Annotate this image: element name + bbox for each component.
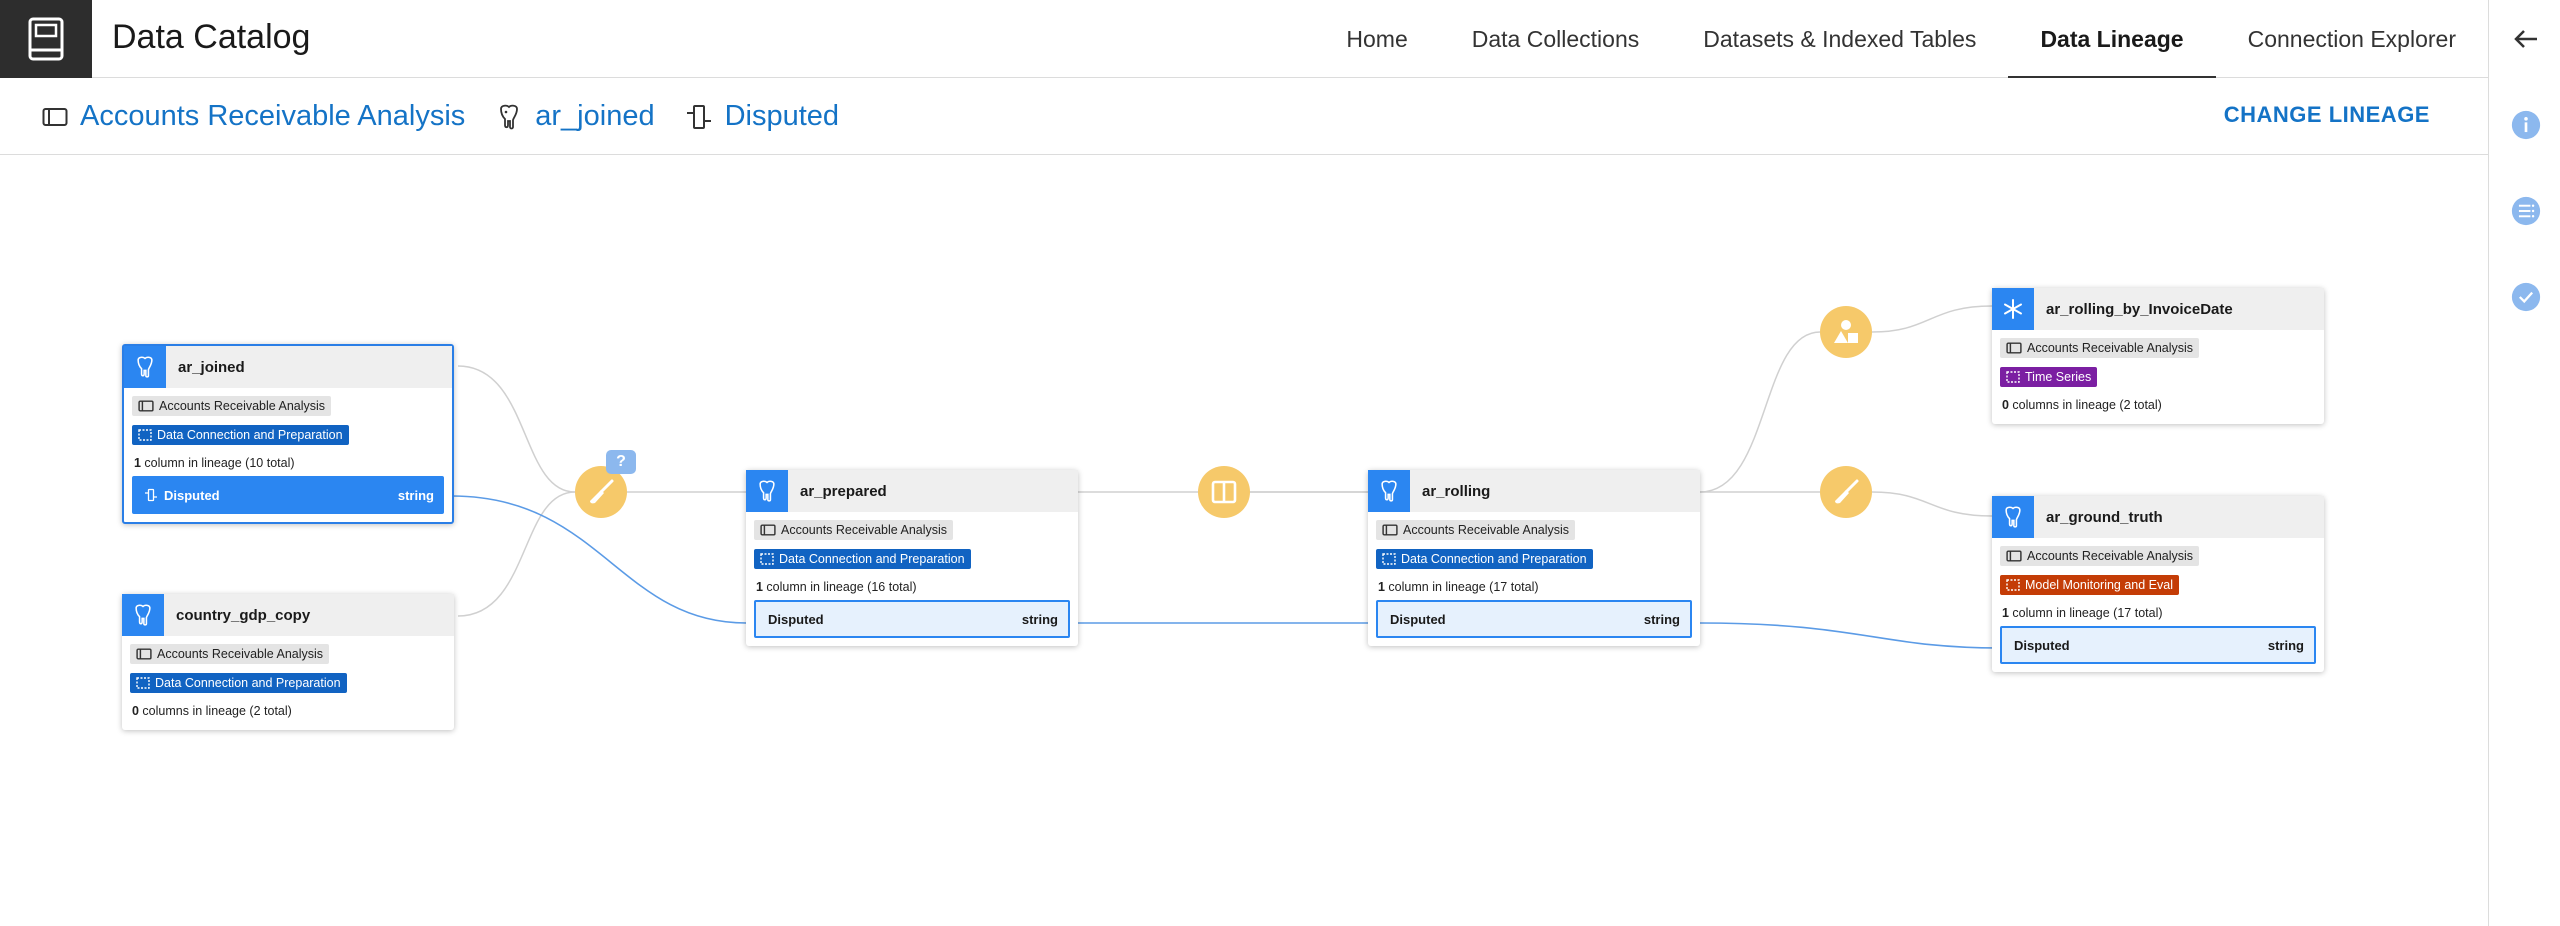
breadcrumb-column[interactable]: Disputed xyxy=(685,100,839,133)
validate-button[interactable] xyxy=(2511,282,2541,312)
collection-icon xyxy=(138,400,154,412)
collection-tag[interactable]: Accounts Receivable Analysis xyxy=(132,396,332,416)
brush-icon xyxy=(1835,479,1859,504)
category-tag[interactable]: Time Series xyxy=(2000,367,2098,387)
lineage-count: 1 column in lineage (17 total) xyxy=(2002,606,2163,620)
collection-icon xyxy=(136,648,152,660)
lineage-canvas[interactable]: ar_joined Accounts Receivable Analysis D… xyxy=(0,156,2488,926)
node-title: ar_prepared xyxy=(800,482,887,500)
category-tag[interactable]: Data Connection and Preparation xyxy=(132,425,349,445)
nav-data-lineage[interactable]: Data Lineage xyxy=(2008,0,2216,79)
node-ar-ground-truth[interactable]: ar_ground_truth Accounts Receivable Anal… xyxy=(1992,496,2324,672)
node-ar-joined[interactable]: ar_joined Accounts Receivable Analysis D… xyxy=(122,344,454,524)
node-title: ar_rolling xyxy=(1422,482,1491,500)
tag-icon xyxy=(2006,371,2020,383)
breadcrumb-dataset[interactable]: ar_joined xyxy=(495,100,655,133)
change-lineage-button[interactable]: CHANGE LINEAGE xyxy=(2224,102,2430,128)
collection-icon xyxy=(42,107,68,126)
tag-icon xyxy=(1382,553,1396,565)
lineage-count: 1 column in lineage (10 total) xyxy=(134,456,295,470)
breadcrumb-collection-label: Accounts Receivable Analysis xyxy=(80,100,466,132)
node-ar-rolling[interactable]: ar_rolling Accounts Receivable Analysis … xyxy=(1368,470,1700,646)
column-row-disputed[interactable]: Disputed string xyxy=(754,600,1070,638)
app-title: Data Catalog xyxy=(112,18,311,56)
node-country-gdp-copy[interactable]: country_gdp_copy Accounts Receivable Ana… xyxy=(122,594,454,730)
nav-connection-explorer[interactable]: Connection Explorer xyxy=(2216,0,2488,78)
postgres-icon xyxy=(122,594,164,636)
top-header: Data Catalog Home Data Collections Datas… xyxy=(0,0,2488,79)
column-row-disputed[interactable]: Disputed string xyxy=(2000,626,2316,664)
collection-icon xyxy=(1382,524,1398,536)
lineage-count: 1 column in lineage (17 total) xyxy=(1378,580,1539,594)
snowflake-icon xyxy=(1992,288,2034,330)
column-row-disputed[interactable]: Disputed string xyxy=(132,476,444,514)
main-nav: Home Data Collections Datasets & Indexed… xyxy=(1314,0,2488,79)
node-header: ar_joined xyxy=(124,346,452,388)
catalog-logo[interactable] xyxy=(0,0,92,78)
column-row-disputed[interactable]: Disputed string xyxy=(1376,600,1692,638)
collection-tag[interactable]: Accounts Receivable Analysis xyxy=(1376,520,1576,540)
category-tag[interactable]: Data Connection and Preparation xyxy=(754,549,971,569)
prepare-recipe-node-2[interactable] xyxy=(1820,466,1872,518)
collection-icon xyxy=(760,524,776,536)
lineage-count: 0 columns in lineage (2 total) xyxy=(132,704,292,718)
node-title: country_gdp_copy xyxy=(176,606,311,624)
breadcrumb-bar: Accounts Receivable Analysis ar_joined D… xyxy=(0,78,2488,155)
node-ar-prepared[interactable]: ar_prepared Accounts Receivable Analysis… xyxy=(746,470,1078,646)
node-header: ar_prepared xyxy=(746,470,1078,512)
arrow-left-icon xyxy=(2514,30,2537,48)
postgres-icon xyxy=(124,346,166,388)
breadcrumb-dataset-label: ar_joined xyxy=(535,100,655,132)
nav-data-collections[interactable]: Data Collections xyxy=(1440,0,1671,78)
collection-tag[interactable]: Accounts Receivable Analysis xyxy=(130,644,330,664)
breadcrumb-column-label: Disputed xyxy=(724,100,840,132)
collection-tag[interactable]: Accounts Receivable Analysis xyxy=(2000,338,2200,358)
breadcrumb-collection[interactable]: Accounts Receivable Analysis xyxy=(42,100,465,133)
tag-icon xyxy=(138,429,152,441)
column-icon xyxy=(145,488,157,502)
node-title: ar_ground_truth xyxy=(2046,508,2163,526)
question-badge[interactable]: ? xyxy=(606,450,636,474)
info-button[interactable] xyxy=(2511,110,2541,140)
node-title: ar_rolling_by_InvoiceDate xyxy=(2046,300,2233,318)
book-icon xyxy=(28,17,64,61)
node-header: ar_rolling xyxy=(1368,470,1700,512)
node-header: country_gdp_copy xyxy=(122,594,454,636)
tag-icon xyxy=(2006,579,2020,591)
right-rail xyxy=(2488,0,2560,926)
column-icon xyxy=(686,104,711,129)
category-tag[interactable]: Data Connection and Preparation xyxy=(130,673,347,693)
time-series-recipe-node[interactable] xyxy=(1820,306,1872,358)
lineage-count: 1 column in lineage (16 total) xyxy=(756,580,917,594)
info-icon xyxy=(2511,110,2541,140)
node-ar-rolling-by-invoicedate[interactable]: ar_rolling_by_InvoiceDate Accounts Recei… xyxy=(1992,288,2324,424)
node-header: ar_ground_truth xyxy=(1992,496,2324,538)
tag-icon xyxy=(136,677,150,689)
collection-icon xyxy=(2006,550,2022,562)
split-icon xyxy=(1211,480,1237,504)
lineage-count: 0 columns in lineage (2 total) xyxy=(2002,398,2162,412)
breadcrumb: Accounts Receivable Analysis ar_joined D… xyxy=(42,78,839,155)
shapes-icon xyxy=(1834,320,1858,343)
collection-tag[interactable]: Accounts Receivable Analysis xyxy=(2000,546,2200,566)
postgres-icon xyxy=(746,470,788,512)
collection-tag[interactable]: Accounts Receivable Analysis xyxy=(754,520,954,540)
node-header: ar_rolling_by_InvoiceDate xyxy=(1992,288,2324,330)
split-recipe-node[interactable] xyxy=(1198,466,1250,518)
postgres-icon xyxy=(500,104,519,129)
postgres-icon xyxy=(1992,496,2034,538)
collapse-panel-button[interactable] xyxy=(2511,24,2541,54)
tag-icon xyxy=(760,553,774,565)
postgres-icon xyxy=(1368,470,1410,512)
nav-datasets[interactable]: Datasets & Indexed Tables xyxy=(1671,0,2008,78)
check-icon xyxy=(2511,282,2541,312)
collection-icon xyxy=(2006,342,2022,354)
brush-icon xyxy=(590,479,614,504)
category-tag[interactable]: Data Connection and Preparation xyxy=(1376,549,1593,569)
details-list-button[interactable] xyxy=(2511,196,2541,226)
list-icon xyxy=(2511,196,2541,226)
node-title: ar_joined xyxy=(178,358,245,376)
nav-home[interactable]: Home xyxy=(1314,0,1439,78)
category-tag[interactable]: Model Monitoring and Eval xyxy=(2000,575,2179,595)
